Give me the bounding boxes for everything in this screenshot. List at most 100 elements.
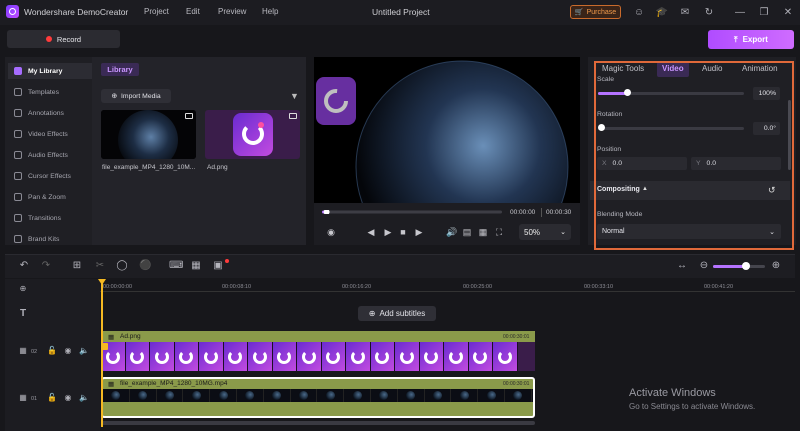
templates-icon xyxy=(14,88,22,96)
library-item-name: file_example_MP4_1280_10M... xyxy=(102,164,196,171)
menu-preview[interactable]: Preview xyxy=(218,7,246,16)
sidebar-item-templates[interactable]: Templates xyxy=(8,84,92,100)
export-button[interactable]: ⤒ Export xyxy=(708,30,794,49)
sidebar-item-my-library[interactable]: My Library xyxy=(8,63,92,79)
volume-icon[interactable]: 🔊 xyxy=(446,227,457,237)
timeline-zoom-handle[interactable] xyxy=(742,262,750,270)
playhead[interactable] xyxy=(101,279,103,427)
clip-type-icon: ▦ xyxy=(108,334,115,341)
timeline-scrollbar[interactable] xyxy=(101,421,535,425)
sidebar-item-video-effects[interactable]: Video Effects xyxy=(8,126,92,142)
cart-icon: 🛒 xyxy=(574,9,584,16)
sidebar-item-label: Annotations xyxy=(28,109,64,117)
earth-preview xyxy=(314,57,580,203)
fit-timeline-icon[interactable]: ↔ xyxy=(676,260,688,272)
crop-icon[interactable]: ⊞ xyxy=(71,260,83,272)
snapshot-icon[interactable]: ◉ xyxy=(326,227,336,237)
record-button[interactable]: Record xyxy=(7,30,120,48)
track-number: 02 xyxy=(31,349,38,355)
audio-effects-icon xyxy=(14,151,22,159)
library-item-video[interactable] xyxy=(101,110,196,159)
purchase-button[interactable]: 🛒 Purchase xyxy=(570,5,621,19)
menu-edit[interactable]: Edit xyxy=(186,7,200,16)
ruler-tick: 00:00:00:00 xyxy=(103,284,133,290)
restore-icon[interactable]: ❐ xyxy=(757,5,771,19)
lock-icon[interactable]: 🔓 xyxy=(47,393,57,403)
purchase-label: Purchase xyxy=(586,8,617,16)
export-icon: ⤒ xyxy=(734,34,738,44)
library-tab[interactable]: Library xyxy=(101,63,139,76)
prev-frame-icon[interactable]: ◀ xyxy=(366,227,376,237)
menu-project[interactable]: Project xyxy=(144,7,169,16)
stop-icon[interactable]: ■ xyxy=(398,227,408,237)
add-subtitles-label: Add subtitles xyxy=(379,309,426,318)
learning-icon[interactable]: 🎓 xyxy=(655,5,669,19)
pan-zoom-icon xyxy=(14,193,22,201)
sidebar-item-cursor-effects[interactable]: Cursor Effects xyxy=(8,168,92,184)
preview-zoom-select[interactable]: 50% ⌄ xyxy=(519,224,571,240)
timeline-zoom-fill xyxy=(713,265,745,268)
split-icon[interactable]: ✂ xyxy=(94,260,106,272)
zoom-out-icon[interactable]: ⊖ xyxy=(698,260,710,272)
record-dot-icon xyxy=(45,36,52,42)
subtitle-preview-icon[interactable]: ▤ xyxy=(462,227,472,237)
text-to-speech-icon[interactable]: ⌨ xyxy=(169,260,183,272)
chevron-down-icon: ⌄ xyxy=(560,229,566,236)
clip-type-icon: ▦ xyxy=(108,381,115,388)
account-icon[interactable]: ☺ xyxy=(632,5,646,19)
sidebar-item-transitions[interactable]: Transitions xyxy=(8,210,92,226)
image-type-icon xyxy=(289,113,297,119)
marker-icon[interactable]: ▦ xyxy=(190,260,202,272)
import-media-label: Import Media xyxy=(121,92,161,100)
redo-icon[interactable]: ↷ xyxy=(40,260,52,272)
import-media-button[interactable]: ⊕ Import Media xyxy=(101,89,171,103)
plus-circle-icon: ⊕ xyxy=(111,93,118,100)
earth-thumbnail xyxy=(101,110,196,159)
video-type-icon xyxy=(185,113,193,119)
add-subtitles-button[interactable]: ⊕ Add subtitles xyxy=(358,306,436,321)
sidebar-item-brand-kits[interactable]: Brand Kits xyxy=(8,231,92,247)
brand-kits-icon xyxy=(14,235,22,243)
add-track-icon[interactable]: ⊕ xyxy=(18,284,28,294)
sidebar-item-pan-zoom[interactable]: Pan & Zoom xyxy=(8,189,92,205)
preview-progress-bar[interactable] xyxy=(322,210,504,214)
clip-name: Ad.png xyxy=(120,333,141,340)
sidebar-item-label: My Library xyxy=(28,67,63,75)
mute-icon[interactable]: 🔈 xyxy=(79,346,89,356)
mask-icon[interactable]: ◯ xyxy=(116,260,128,272)
library-item-name: Ad.png xyxy=(207,164,228,171)
playhead-handle[interactable] xyxy=(98,279,106,285)
filter-icon[interactable]: ▼ xyxy=(290,91,300,101)
minimize-icon[interactable]: — xyxy=(733,5,747,19)
fullscreen-icon[interactable]: ⛶ xyxy=(494,227,504,237)
zoom-in-icon[interactable]: ⊕ xyxy=(770,260,782,272)
preview-time-total: 00:00:30 xyxy=(546,209,572,216)
sidebar-item-annotations[interactable]: Annotations xyxy=(8,105,92,121)
visibility-icon[interactable]: ◉ xyxy=(63,393,73,403)
sidebar-item-audio-effects[interactable]: Audio Effects xyxy=(8,147,92,163)
visibility-icon[interactable]: ◉ xyxy=(63,346,73,356)
menu-help[interactable]: Help xyxy=(262,7,278,16)
mail-icon[interactable]: ✉ xyxy=(678,5,692,19)
clip-duration: 00:00:30:01 xyxy=(503,334,530,340)
mute-icon[interactable]: 🔈 xyxy=(79,393,89,403)
sync-icon[interactable]: ↻ xyxy=(702,5,716,19)
next-frame-icon[interactable]: ▶ xyxy=(414,227,424,237)
preview-canvas[interactable] xyxy=(314,57,580,203)
ruler-baseline xyxy=(100,291,795,292)
ruler-tick: 00:00:41:20 xyxy=(704,284,734,290)
ruler-tick: 00:00:08:10 xyxy=(222,284,252,290)
lock-icon[interactable]: 🔓 xyxy=(47,346,57,356)
cursor-effects-icon xyxy=(14,172,22,180)
clip-header xyxy=(101,331,535,342)
play-icon[interactable]: ▶ xyxy=(383,227,393,237)
crop-preview-icon[interactable]: ▦ xyxy=(478,227,488,237)
library-item-image[interactable] xyxy=(205,110,300,159)
undo-icon[interactable]: ↶ xyxy=(18,260,30,272)
video-effects-icon xyxy=(14,130,22,138)
record-screen-icon[interactable]: ▣ xyxy=(212,260,224,272)
keyframe-marker[interactable] xyxy=(101,343,108,350)
microphone-icon[interactable]: ⚫ xyxy=(139,260,151,272)
close-icon[interactable]: ✕ xyxy=(781,5,795,19)
clip-name: file_example_MP4_1280_10MG.mp4 xyxy=(120,380,228,387)
